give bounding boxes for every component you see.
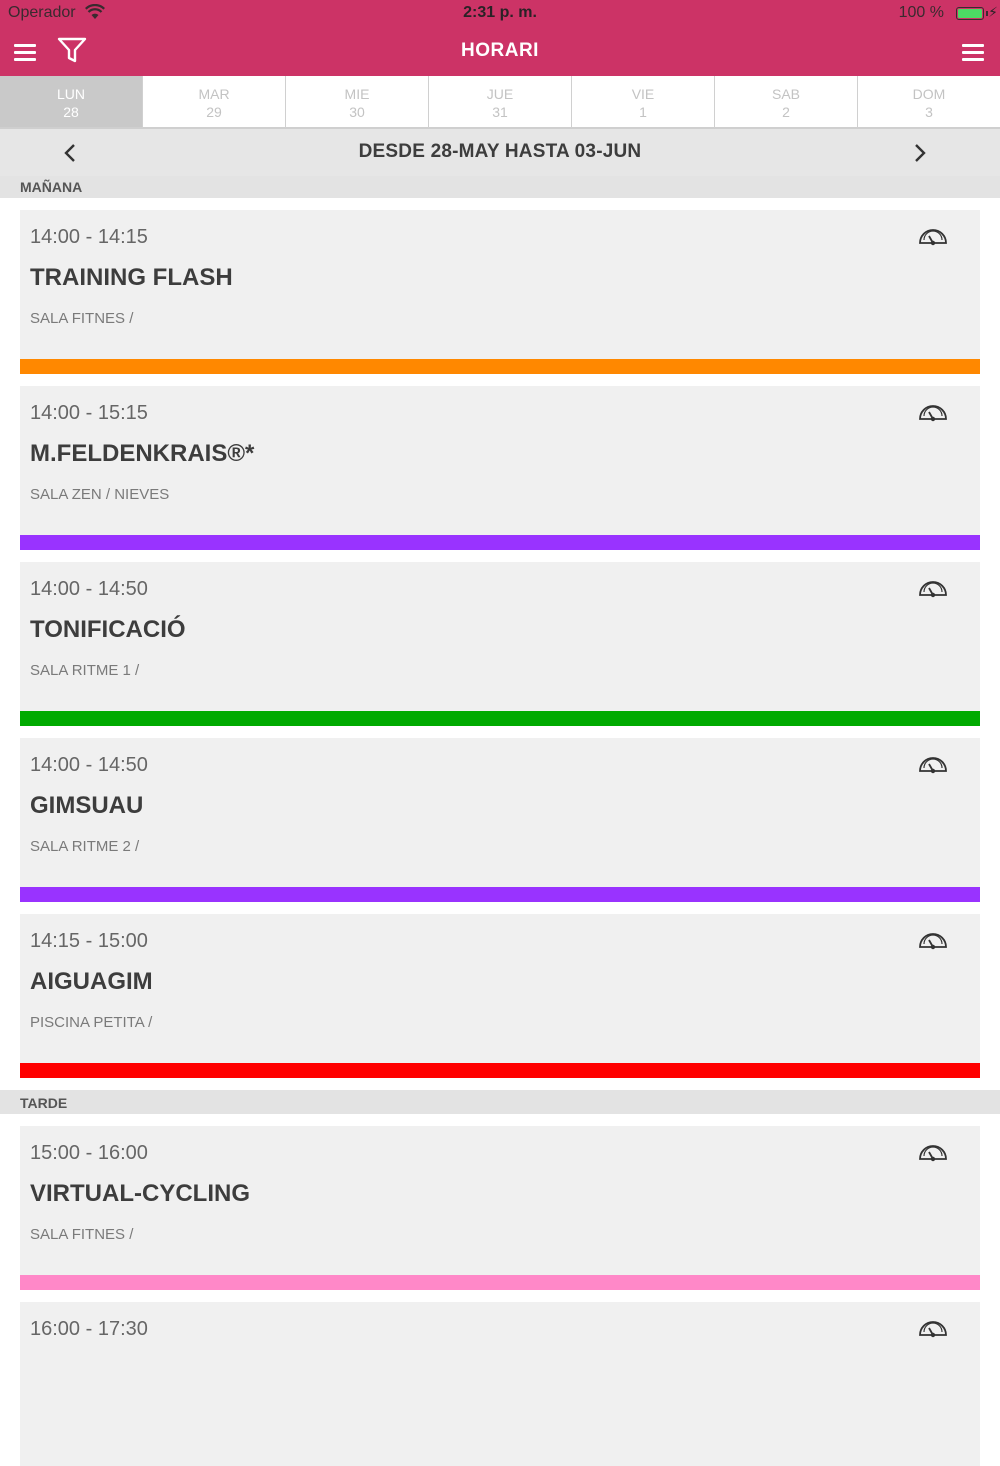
- class-room: PISCINA PETITA /: [30, 1014, 153, 1031]
- options-menu-button[interactable]: [956, 36, 992, 68]
- gauge-icon: [919, 405, 947, 422]
- class-time: 14:00 - 14:50: [30, 754, 148, 776]
- day-tab-mar[interactable]: MAR 29: [143, 76, 286, 129]
- class-name: TONIFICACIÓ: [30, 616, 186, 643]
- day-tab-dom[interactable]: DOM 3: [858, 76, 1000, 129]
- class-name: TRAINING FLASH: [30, 264, 233, 291]
- hamburger-line: [962, 51, 984, 54]
- class-room: SALA FITNES /: [30, 310, 134, 327]
- class-time: 15:00 - 16:00: [30, 1142, 148, 1164]
- class-room: SALA RITME 1 /: [30, 662, 140, 679]
- class-name: AIGUAGIM: [30, 968, 153, 995]
- day-date: 3: [925, 104, 933, 120]
- day-name: VIE: [631, 86, 655, 102]
- gauge-icon: [919, 229, 947, 246]
- day-name: MAR: [198, 86, 230, 102]
- category-color-bar: [20, 887, 980, 902]
- class-room: SALA ZEN / NIEVES: [30, 486, 170, 503]
- date-range-label: DESDE 28-MAY HASTA 03-JUN: [358, 141, 642, 162]
- class-room: SALA FITNES /: [30, 1226, 134, 1243]
- day-name: SAB: [771, 86, 800, 102]
- day-date: 1: [639, 104, 647, 120]
- class-card[interactable]: 15:00 - 16:00 VIRTUAL-CYCLING SALA FITNE…: [20, 1126, 980, 1290]
- class-card[interactable]: 14:00 - 14:50 GIMSUAU SALA RITME 2 /: [20, 738, 980, 902]
- class-time: 16:00 - 17:30: [30, 1318, 148, 1340]
- charging-icon: ⚡: [988, 4, 998, 20]
- gauge-icon: [919, 581, 947, 598]
- class-time: 14:00 - 15:15: [30, 402, 148, 424]
- day-name: DOM: [912, 86, 946, 102]
- day-tab-jue[interactable]: JUE 31: [429, 76, 572, 129]
- gauge-icon: [919, 757, 947, 774]
- day-tab-mie[interactable]: MIE 30: [286, 76, 429, 129]
- gauge-icon: [919, 933, 947, 950]
- day-date: 2: [782, 104, 790, 120]
- day-name: LUN: [56, 86, 85, 102]
- class-name: M.FELDENKRAIS®*: [30, 440, 255, 467]
- category-color-bar: [20, 711, 980, 726]
- category-color-bar: [20, 1275, 980, 1290]
- class-card[interactable]: 14:00 - 14:15 TRAINING FLASH SALA FITNES…: [20, 210, 980, 374]
- section-header-morning: MAÑANA: [0, 176, 1000, 198]
- page-title: HORARI: [461, 40, 539, 61]
- class-time: 14:00 - 14:50: [30, 578, 148, 600]
- class-name: GIMSUAU: [30, 792, 144, 819]
- category-color-bar: [20, 359, 980, 374]
- category-color-bar: [20, 535, 980, 550]
- day-tabs: LUN 28 MAR 29 MIE 30 JUE 31 VIE 1 SAB 2 DOM 3: [0, 76, 1000, 129]
- class-room: SALA RITME 2 /: [30, 838, 140, 855]
- hamburger-line: [962, 58, 984, 61]
- day-tab-lun[interactable]: LUN 28: [0, 76, 143, 129]
- battery-icon: [956, 7, 984, 20]
- class-card[interactable]: 16:00 - 17:30: [20, 1302, 980, 1466]
- gauge-icon: [919, 1145, 947, 1162]
- hamburger-icon: [962, 44, 984, 47]
- gauge-icon: [919, 1321, 947, 1338]
- day-date: 28: [63, 104, 79, 120]
- class-time: 14:00 - 14:15: [30, 226, 148, 248]
- battery-percent: 100 %: [898, 4, 944, 21]
- class-card[interactable]: 14:00 - 14:50 TONIFICACIÓ SALA RITME 1 /: [20, 562, 980, 726]
- status-time: 2:31 p. m.: [463, 4, 537, 21]
- status-bar: Operador 2:31 p. m. 100 % ⚡: [0, 0, 1000, 28]
- class-name: VIRTUAL-CYCLING: [30, 1180, 250, 1207]
- category-color-bar: [20, 1063, 980, 1078]
- nav-bar: HORARI: [0, 28, 1000, 76]
- day-date: 30: [349, 104, 365, 120]
- day-date: 29: [206, 104, 222, 120]
- day-name: MIE: [344, 86, 370, 102]
- day-tab-sab[interactable]: SAB 2: [715, 76, 858, 129]
- day-date: 31: [492, 104, 508, 120]
- class-time: 14:15 - 15:00: [30, 930, 148, 952]
- date-range-bar: DESDE 28-MAY HASTA 03-JUN: [0, 129, 1000, 176]
- day-tab-vie[interactable]: VIE 1: [572, 76, 715, 129]
- section-header-afternoon: TARDE: [0, 1090, 1000, 1114]
- day-name: JUE: [486, 86, 514, 102]
- class-card[interactable]: 14:15 - 15:00 AIGUAGIM PISCINA PETITA /: [20, 914, 980, 1078]
- chevron-right-icon[interactable]: [904, 139, 934, 167]
- class-card[interactable]: 14:00 - 15:15 M.FELDENKRAIS®* SALA ZEN /…: [20, 386, 980, 550]
